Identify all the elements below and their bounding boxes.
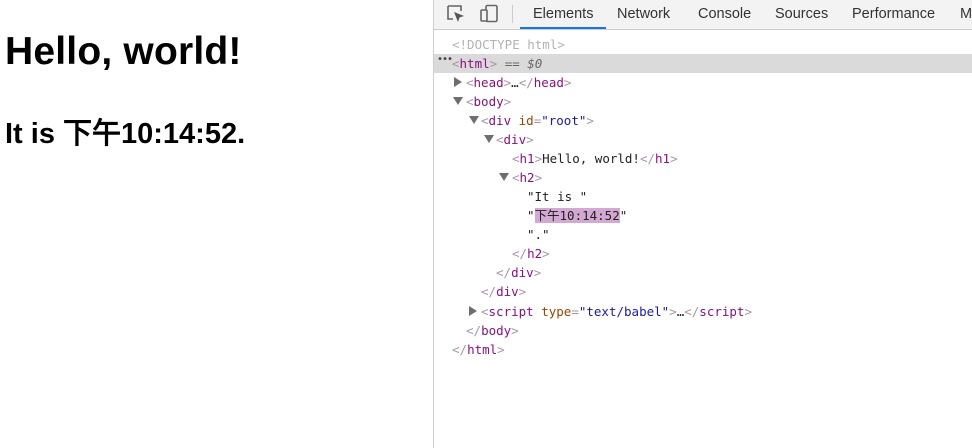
tree-node-html-close[interactable]: </html>	[452, 340, 505, 359]
doctype-text: <!DOCTYPE html>	[452, 37, 565, 52]
tag-html-close: html	[467, 342, 498, 357]
attr-value: "root"	[541, 113, 587, 128]
tree-node-body[interactable]: <body>	[466, 92, 511, 111]
changed-text-highlight: 下午10:14:52	[534, 208, 620, 223]
tree-node-body-close[interactable]: </body>	[466, 321, 519, 340]
h1-text: Hello, world!	[542, 151, 640, 166]
attr-value: "text/babel"	[578, 304, 670, 319]
tag-head: head	[473, 75, 504, 90]
tab-sources[interactable]: Sources	[775, 0, 828, 29]
tab-network[interactable]: Network	[617, 0, 670, 29]
page-subheading: It is 下午10:14:52.	[5, 118, 246, 150]
tree-node-div-inner[interactable]: <div>	[496, 130, 534, 149]
tag-html: html	[459, 56, 490, 71]
tree-node-h2[interactable]: <h2>	[512, 168, 542, 187]
tag-head-close: head	[533, 75, 564, 90]
tag-div-close: div	[496, 284, 519, 299]
text-node: "."	[527, 227, 550, 242]
expand-arrow-icon[interactable]	[469, 306, 477, 316]
tab-console[interactable]: Console	[698, 0, 751, 29]
tag-body: body	[473, 94, 504, 109]
tab-performance[interactable]: Performance	[852, 0, 935, 29]
inspect-element-icon[interactable]	[446, 4, 466, 24]
toolbar-separator	[512, 5, 513, 23]
expand-arrow-icon[interactable]	[454, 77, 462, 87]
tree-node-html[interactable]: <html> == $0	[452, 54, 542, 73]
tag-h1: h1	[519, 151, 535, 166]
page-viewport: Hello, world! It is 下午10:14:52.	[0, 0, 433, 448]
tab-elements[interactable]: Elements	[533, 0, 593, 29]
tag-body-close: body	[481, 323, 512, 338]
page-heading: Hello, world!	[5, 30, 242, 73]
device-toolbar-icon[interactable]	[479, 4, 499, 24]
active-tab-indicator	[520, 27, 606, 29]
quote-open: "	[527, 208, 535, 223]
tree-node-text-1[interactable]: "It is "	[527, 187, 587, 206]
tag-h1-close: h1	[655, 151, 671, 166]
tab-memory[interactable]: M	[960, 0, 972, 29]
collapse-arrow-icon[interactable]	[499, 173, 509, 181]
tag-script-close: script	[699, 304, 745, 319]
tree-node-text-2[interactable]: "下午10:14:52"	[527, 206, 627, 225]
quote-close: "	[619, 208, 628, 223]
tree-node-h2-close[interactable]: </h2>	[512, 244, 550, 263]
collapsed-ellipsis: …	[511, 75, 519, 90]
attr-name: id	[518, 113, 534, 128]
tag-h2-close: h2	[527, 246, 543, 261]
tag-div: div	[503, 132, 527, 147]
selected-node-marker: == $0	[504, 56, 543, 71]
text-node: "It is "	[527, 189, 588, 204]
collapse-arrow-icon[interactable]	[469, 116, 479, 124]
tree-node-script[interactable]: <script type="text/babel">…</script>	[481, 302, 752, 321]
tree-node-doctype[interactable]: <!DOCTYPE html>	[452, 35, 565, 54]
tree-node-h1[interactable]: <h1>Hello, world!</h1>	[512, 149, 678, 168]
collapse-arrow-icon[interactable]	[453, 97, 463, 105]
devtools-panel: Elements Network Console Sources Perform…	[434, 0, 972, 448]
tree-node-head[interactable]: <head>…</head>	[466, 73, 571, 92]
attr-name: type	[541, 304, 572, 319]
devtools-toolbar: Elements Network Console Sources Perform…	[434, 0, 972, 30]
tree-node-div-root[interactable]: <div id="root">	[481, 111, 594, 130]
tag-script: script	[488, 304, 534, 319]
tree-node-div-root-close[interactable]: </div>	[481, 282, 526, 301]
tag-div: div	[488, 113, 512, 128]
tree-node-div-inner-close[interactable]: </div>	[496, 263, 541, 282]
tree-node-text-3[interactable]: "."	[527, 225, 550, 244]
tag-h2: h2	[519, 170, 535, 185]
collapse-arrow-icon[interactable]	[484, 135, 494, 143]
more-options-icon[interactable]: •••	[437, 54, 453, 65]
tag-div-close: div	[511, 265, 534, 280]
